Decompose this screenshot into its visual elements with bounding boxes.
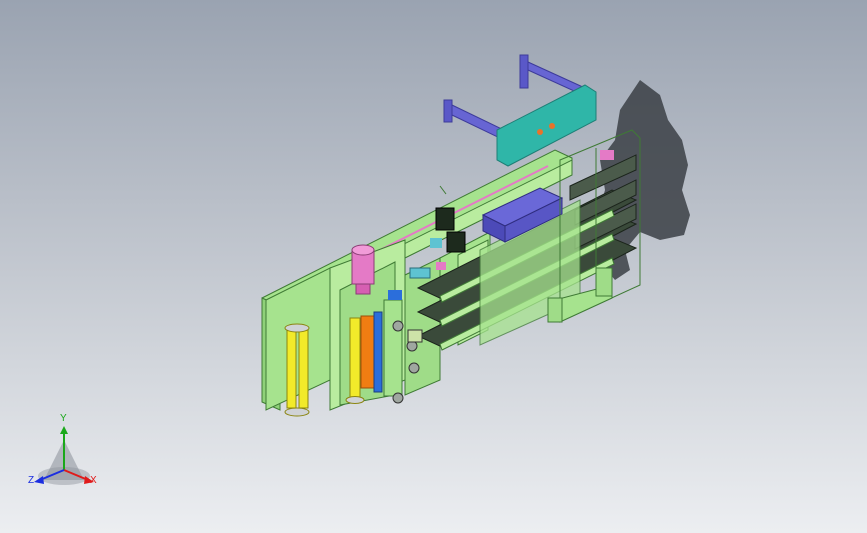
x-axis-label: X (90, 475, 97, 486)
orientation-triad[interactable]: Y X Z (22, 414, 108, 492)
graphics-viewport[interactable]: Y X Z (0, 0, 867, 533)
y-axis-arrowhead (60, 426, 68, 434)
z-axis-label: Z (28, 475, 35, 486)
cad-model[interactable] (0, 0, 867, 533)
y-axis-label: Y (60, 413, 67, 424)
